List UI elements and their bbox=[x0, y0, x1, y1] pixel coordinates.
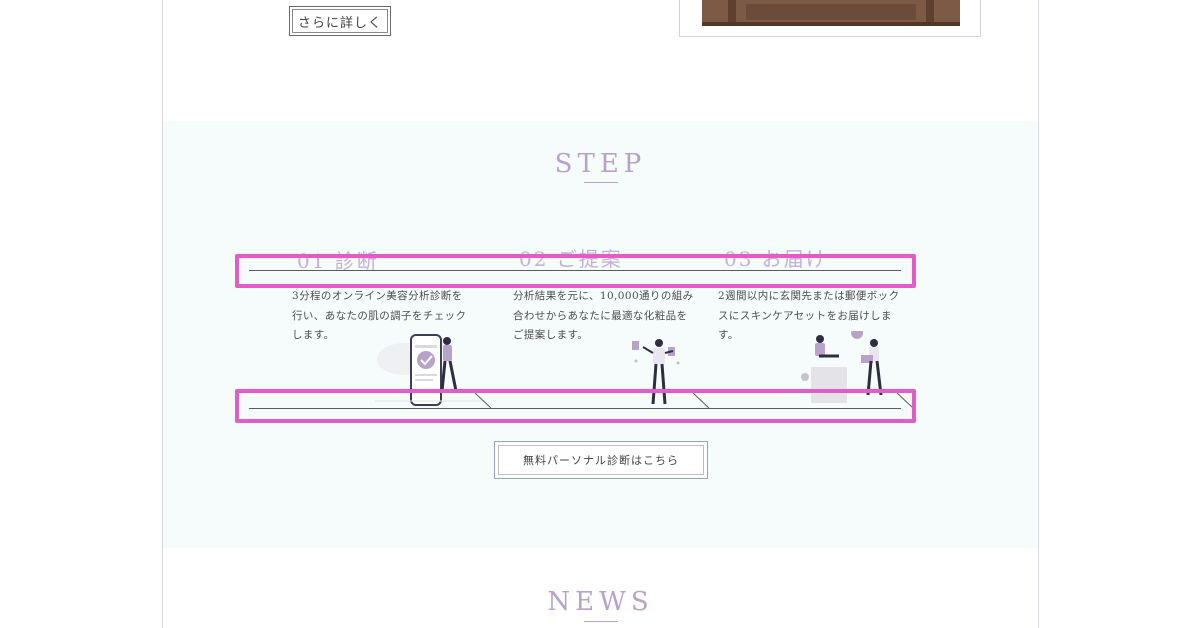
product-image bbox=[679, 0, 981, 37]
news-section-title: NEWS bbox=[547, 587, 654, 617]
step-section-title: STEP bbox=[554, 149, 647, 179]
more-details-button[interactable]: さらに詳しく bbox=[289, 6, 391, 36]
bottom-rule-highlight bbox=[235, 389, 916, 423]
step-title-underline bbox=[584, 182, 618, 183]
step-section: STEP 01 診断 02 ご提案 03 お届け 3分程のオンライン美容分析診断… bbox=[163, 121, 1038, 548]
top-rule-highlight bbox=[235, 254, 916, 288]
news-title-underline bbox=[584, 621, 618, 622]
free-diagnosis-label: 無料パーソナル診断はこちら bbox=[523, 454, 679, 467]
more-details-label: さらに詳しく bbox=[297, 15, 382, 31]
free-diagnosis-button[interactable]: 無料パーソナル診断はこちら bbox=[494, 441, 708, 479]
